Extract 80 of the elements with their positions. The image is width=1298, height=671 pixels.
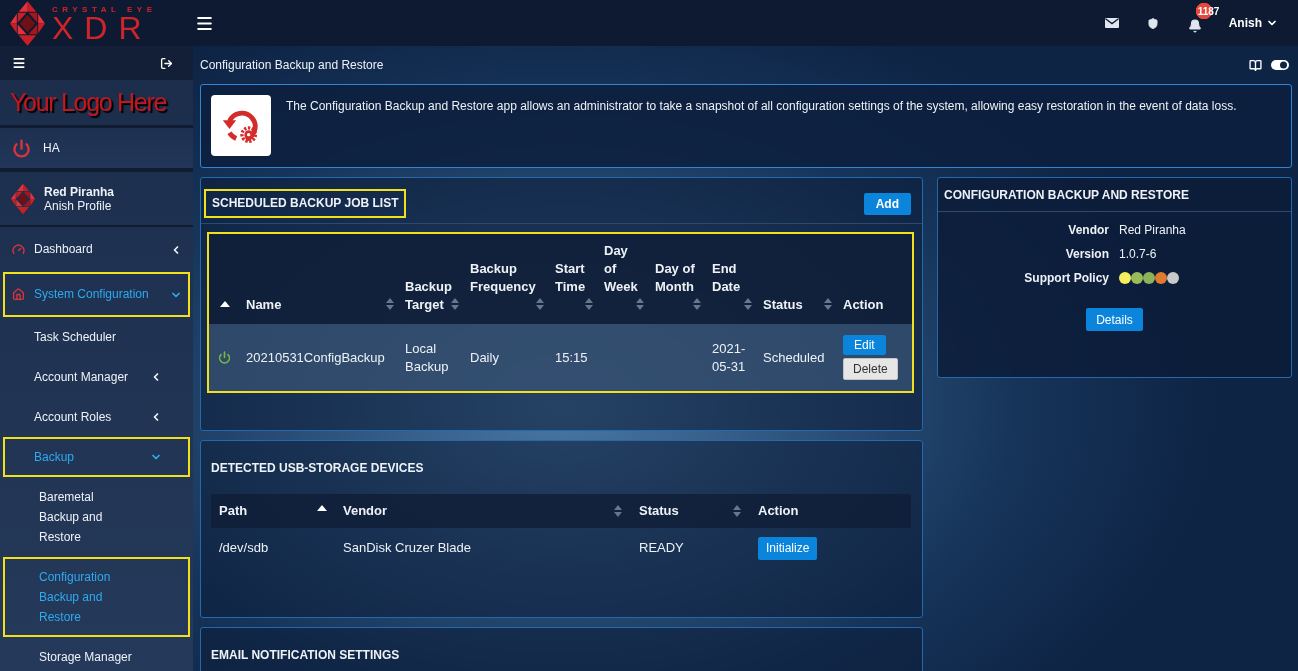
column-header[interactable]: Name: [240, 234, 399, 324]
column-header[interactable]: Vendor: [335, 494, 631, 528]
column-header[interactable]: Status: [631, 494, 750, 528]
book-icon[interactable]: [1249, 58, 1262, 72]
sort-icon[interactable]: [744, 298, 752, 310]
sort-icon[interactable]: [451, 298, 459, 310]
sidebar-item[interactable]: Baremetal Backup and Restore: [3, 477, 190, 557]
sidebar-item[interactable]: Backup: [3, 437, 190, 477]
column-header[interactable]: End Date: [706, 234, 757, 324]
sort-icon[interactable]: [585, 298, 593, 310]
user-menu[interactable]: Anish: [1228, 14, 1278, 32]
column-header: Action: [842, 296, 885, 314]
sort-ascending-icon[interactable]: [219, 301, 230, 307]
field-value: 1.0.7-6: [1119, 246, 1157, 263]
diamond-logo-icon: [11, 181, 35, 216]
table-cell-text: READY: [639, 539, 684, 558]
sort-icon[interactable]: [386, 298, 394, 310]
panel-title: CONFIGURATION BACKUP AND RESTORE: [944, 186, 1189, 204]
bell-icon[interactable]: [1187, 19, 1202, 33]
sign-out-icon[interactable]: [160, 56, 173, 70]
field-value: Red Piranha: [1119, 222, 1186, 239]
column-header[interactable]: Start Time: [549, 234, 598, 324]
sort-icon[interactable]: [733, 505, 741, 517]
shield-icon[interactable]: [1146, 16, 1159, 30]
column-header[interactable]: Day of Week: [598, 234, 649, 324]
column-header[interactable]: Path: [211, 494, 335, 528]
sidebar-item[interactable]: System Configuration: [3, 272, 190, 317]
table-cell-text: Local Backup: [405, 339, 450, 376]
panel-title: EMAIL NOTIFICATION SETTINGS: [210, 647, 401, 662]
sort-icon[interactable]: [693, 298, 701, 310]
sidebar-item[interactable]: Account Manager: [3, 357, 190, 397]
table-cell: Scheduled: [763, 348, 825, 367]
table-cell: 15:15: [555, 348, 588, 367]
initialize-button[interactable]: Initialize: [758, 536, 818, 560]
sort-icon[interactable]: [824, 298, 832, 310]
home-icon: [12, 288, 25, 301]
sidebar-item[interactable]: Configuration Backup and Restore: [3, 557, 190, 637]
restore-gear-icon: [211, 95, 271, 156]
table-cell: 20210531ConfigBackup: [246, 348, 385, 367]
sidebar-item[interactable]: Storage Manager: [3, 637, 190, 671]
details-button[interactable]: Details: [1086, 308, 1143, 331]
edit-button[interactable]: Edit: [843, 335, 886, 355]
panel-title: DETECTED USB-STORAGE DEVICES: [210, 460, 425, 475]
sidebar-item[interactable]: Account Roles: [3, 397, 190, 437]
power-icon[interactable]: [218, 351, 231, 364]
column-header[interactable]: Day of Month: [649, 234, 706, 324]
company-name: Red Piranha: [44, 184, 115, 199]
table-cell-text: 2021-05-31: [712, 339, 747, 376]
field-label: Vendor: [1068, 222, 1109, 239]
sort-ascending-icon[interactable]: [317, 505, 327, 511]
sort-icon[interactable]: [536, 298, 544, 310]
sort-icon[interactable]: [636, 298, 644, 310]
custom-logo: Your Logo Here: [10, 86, 166, 118]
column-header[interactable]: Status: [757, 234, 837, 324]
column-header[interactable]: Backup Frequency: [464, 234, 549, 324]
page-title: Configuration Backup and Restore: [200, 57, 384, 74]
ha-item[interactable]: HA: [0, 128, 193, 172]
delete-button[interactable]: Delete: [843, 358, 898, 380]
profile-name: Anish Profile: [44, 198, 113, 213]
panel-title: SCHEDULED BACKUP JOB LIST: [204, 189, 407, 218]
table-cell: Daily: [470, 348, 499, 367]
sort-icon[interactable]: [614, 505, 622, 517]
product-name: XDR: [52, 13, 154, 42]
mail-icon[interactable]: [1104, 18, 1119, 28]
toggle-switch-icon[interactable]: [1271, 60, 1289, 70]
power-icon: [12, 138, 31, 158]
app-description: The Configuration Backup and Restore app allows an administrator to take a snapshot of all configuration settings of the system, allowing easy restoration in the event of data loss.: [286, 98, 1237, 113]
sidebar-item[interactable]: Dashboard: [3, 227, 190, 272]
menu-icon[interactable]: [12, 56, 26, 70]
sidebar-item[interactable]: Task Scheduler: [3, 317, 190, 357]
brand-name: CRYSTAL EYE: [52, 4, 157, 14]
diamond-logo-icon: [10, 0, 45, 46]
field-label: Support Policy: [1024, 270, 1109, 287]
gauge-icon: [12, 243, 25, 256]
column-header: Action: [757, 502, 800, 521]
table-cell-text: /dev/sdb: [219, 539, 269, 558]
add-button[interactable]: Add: [863, 192, 911, 215]
field-label: Version: [1065, 246, 1109, 263]
table-cell-text: SanDisk Cruzer Blade: [343, 539, 471, 558]
column-header[interactable]: Backup Target: [399, 234, 464, 324]
